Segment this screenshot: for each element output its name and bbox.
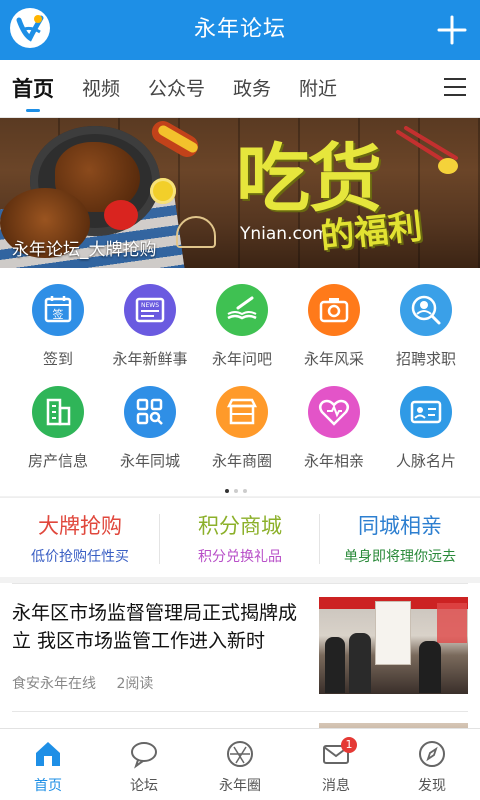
plus-icon[interactable] xyxy=(434,12,470,48)
bottom-navigation: 首页 论坛 永年圈 1 消息 发现 xyxy=(0,728,480,800)
news-meta: 食安永年在线 2阅读 xyxy=(12,673,169,693)
promo-points-mall[interactable]: 积分商城 积分兑换礼品 xyxy=(160,498,320,578)
svg-text:签: 签 xyxy=(53,307,64,321)
promo-banner[interactable]: 吃货 Ynian.com 的福利 永年论坛_大牌抢购 xyxy=(0,118,480,268)
tab-video[interactable]: 视频 xyxy=(82,60,120,118)
page-indicator xyxy=(225,478,255,493)
banner-url: Ynian.com xyxy=(240,224,329,244)
tab-home[interactable]: 首页 xyxy=(12,60,54,118)
promo-strip: 大牌抢购 低价抢购任性买 积分商城 积分兑换礼品 同城相亲 单身即将理你远去 xyxy=(0,497,480,577)
book-pen-icon xyxy=(216,284,268,336)
tab-official-accounts[interactable]: 公众号 xyxy=(148,60,205,118)
compass-icon xyxy=(419,741,445,767)
message-badge: 1 xyxy=(341,737,357,753)
promo-brand-sale[interactable]: 大牌抢购 低价抢购任性买 xyxy=(0,498,160,578)
id-card-icon xyxy=(400,386,452,438)
chat-bubble-icon xyxy=(131,742,157,769)
heart-icon xyxy=(308,386,360,438)
grid-item-local[interactable]: 永年同城 xyxy=(102,376,198,476)
nav-home[interactable]: 首页 xyxy=(0,729,96,800)
person-search-icon xyxy=(400,284,452,336)
home-icon xyxy=(36,742,60,766)
promo-title: 大牌抢购 xyxy=(38,514,122,538)
grid-item-label: 签到 xyxy=(42,350,73,368)
thumbnail-person xyxy=(325,637,345,693)
feature-grid: 签 签到 NEWS 永年新鲜事 永年问吧 永年风采 招聘求职 房产信息 永年同城… xyxy=(0,268,480,496)
news-read-count: 2阅读 xyxy=(116,676,154,692)
grid-item-real-estate[interactable]: 房产信息 xyxy=(10,376,106,476)
chopsticks-icon xyxy=(392,126,462,186)
grid-item-jobs[interactable]: 招聘求职 xyxy=(378,274,474,374)
grid-item-label: 房产信息 xyxy=(27,452,88,470)
promo-subtitle: 单身即将理你远去 xyxy=(344,549,456,565)
news-thumbnail[interactable] xyxy=(319,597,468,694)
page-title: 永年论坛 xyxy=(193,17,286,42)
app-header: 永年论坛 xyxy=(0,0,480,60)
grid-item-label: 永年风采 xyxy=(303,350,364,368)
news-feed: 永年区市场监督管理局正式揭牌成立 我区市场监管工作进入新时 食安永年在线 2阅读 xyxy=(0,583,480,743)
grid-search-icon xyxy=(124,386,176,438)
svg-text:NEWS: NEWS xyxy=(141,302,159,309)
nav-forum[interactable]: 论坛 xyxy=(96,729,192,800)
promo-title: 同城相亲 xyxy=(358,514,442,538)
nav-messages[interactable]: 1 消息 xyxy=(288,729,384,800)
grid-item-shops[interactable]: 永年商圈 xyxy=(194,376,290,476)
nav-label: 论坛 xyxy=(130,778,158,794)
nav-circle[interactable]: 永年圈 xyxy=(192,729,288,800)
taco-doodle xyxy=(176,216,216,248)
grid-item-contacts[interactable]: 人脉名片 xyxy=(378,376,474,476)
promo-subtitle: 低价抢购任性买 xyxy=(31,549,129,565)
lemon-image xyxy=(150,178,176,204)
grid-item-showcase[interactable]: 永年风采 xyxy=(286,274,382,374)
category-tabs: 首页 视频 公众号 政务 附近 xyxy=(0,60,480,118)
tab-government[interactable]: 政务 xyxy=(233,60,271,118)
promo-title: 积分商城 xyxy=(198,514,282,538)
news-source: 食安永年在线 xyxy=(12,676,96,692)
camera-icon xyxy=(308,284,360,336)
grid-item-label: 人脉名片 xyxy=(395,452,456,470)
promo-subtitle: 积分兑换礼品 xyxy=(198,549,282,565)
nav-label: 发现 xyxy=(418,778,446,794)
shop-icon xyxy=(216,386,268,438)
nav-label: 永年圈 xyxy=(219,778,261,794)
grid-item-label: 永年新鲜事 xyxy=(112,350,188,368)
tomato-image xyxy=(104,200,138,230)
grid-item-label: 永年问吧 xyxy=(211,350,272,368)
divider xyxy=(12,583,468,584)
promo-local-dating[interactable]: 同城相亲 单身即将理你远去 xyxy=(320,498,480,578)
grid-item-dating[interactable]: 永年相亲 xyxy=(286,376,382,476)
grid-item-label: 永年商圈 xyxy=(211,452,272,470)
calendar-sign-icon: 签 xyxy=(32,284,84,336)
thumbnail-decoration xyxy=(437,603,467,643)
hamburger-menu-icon[interactable] xyxy=(444,78,466,98)
nav-label: 消息 xyxy=(322,778,350,794)
banner-caption: 永年论坛_大牌抢购 xyxy=(12,240,157,260)
divider xyxy=(12,711,468,712)
thumbnail-sign xyxy=(375,601,411,665)
building-icon xyxy=(32,386,84,438)
news-headline[interactable]: 永年区市场监督管理局正式揭牌成立 我区市场监管工作进入新时 xyxy=(12,599,312,655)
grid-item-label: 招聘求职 xyxy=(395,350,456,368)
thumbnail-person xyxy=(349,633,371,693)
news-icon: NEWS xyxy=(124,284,176,336)
nav-label: 首页 xyxy=(34,778,62,794)
nav-discover[interactable]: 发现 xyxy=(384,729,480,800)
grid-item-label: 永年同城 xyxy=(119,452,180,470)
tab-nearby[interactable]: 附近 xyxy=(299,60,337,118)
grid-item-sign-in[interactable]: 签 签到 xyxy=(10,274,106,374)
thumbnail-person xyxy=(419,641,441,693)
grid-item-qa[interactable]: 永年问吧 xyxy=(194,274,290,374)
aperture-icon xyxy=(227,741,253,767)
grid-item-news[interactable]: NEWS 永年新鲜事 xyxy=(102,274,198,374)
grid-item-label: 永年相亲 xyxy=(303,452,364,470)
